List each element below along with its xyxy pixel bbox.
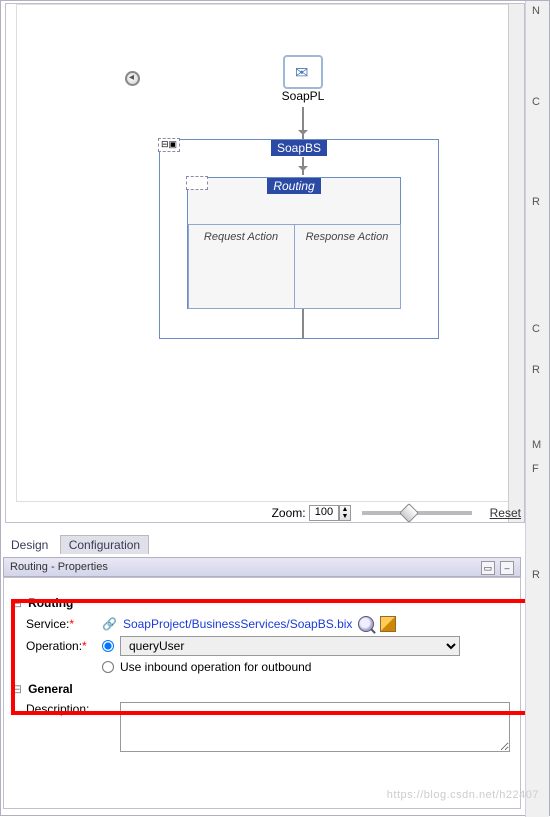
operation-select[interactable]: queryUser bbox=[120, 636, 460, 656]
description-label: Description: bbox=[26, 702, 96, 716]
collapse-toggle-icon[interactable]: ⊟▣ bbox=[158, 138, 180, 152]
zoom-spinner[interactable]: ▲▼ bbox=[339, 505, 351, 521]
soap-bs-label: SoapBS bbox=[271, 140, 327, 156]
request-action-column[interactable]: Request Action bbox=[188, 224, 295, 309]
properties-panel-body: Routing Service:* 🔗 SoapProject/Business… bbox=[3, 577, 521, 809]
search-icon[interactable] bbox=[358, 616, 374, 632]
service-value-link[interactable]: SoapProject/BusinessServices/SoapBS.bix bbox=[123, 617, 352, 631]
minimize-icon[interactable]: – bbox=[500, 561, 514, 575]
restore-icon[interactable]: ▭ bbox=[481, 561, 495, 575]
envelope-icon bbox=[283, 55, 323, 89]
slider-thumb-icon[interactable] bbox=[399, 503, 419, 523]
description-textarea[interactable] bbox=[120, 702, 510, 752]
tab-configuration[interactable]: Configuration bbox=[60, 535, 149, 554]
zoom-slider[interactable] bbox=[362, 511, 472, 515]
link-icon: 🔗 bbox=[102, 617, 117, 631]
vertical-scrollbar[interactable] bbox=[508, 4, 524, 522]
design-canvas[interactable]: SoapPL ⊟▣ SoapBS Routing Request Action … bbox=[5, 3, 525, 523]
properties-title: Routing - Properties bbox=[10, 561, 108, 573]
side-letter: M bbox=[532, 439, 541, 451]
routing-container[interactable]: Routing Request Action Response Action bbox=[187, 177, 401, 309]
inbound-option-label: Use inbound operation for outbound bbox=[120, 660, 311, 674]
operation-label: Operation:* bbox=[26, 639, 96, 653]
side-letter: C bbox=[532, 323, 540, 335]
arrow-down-icon bbox=[302, 157, 304, 175]
properties-panel-header: Routing - Properties ▭ – bbox=[3, 557, 521, 577]
routing-node-label: Routing bbox=[267, 178, 320, 194]
side-letter: F bbox=[532, 463, 539, 475]
zoom-reset-link[interactable]: Reset bbox=[490, 506, 521, 520]
operation-radio-specify[interactable] bbox=[102, 640, 114, 652]
response-action-column[interactable]: Response Action bbox=[294, 224, 401, 309]
zoom-bar: Zoom: 100▲▼ Reset bbox=[5, 505, 525, 523]
side-letter: N bbox=[532, 5, 540, 17]
service-label: Service:* bbox=[26, 617, 96, 631]
collapse-toggle-icon[interactable] bbox=[186, 176, 208, 190]
side-letter: R bbox=[532, 364, 540, 376]
side-letter: R bbox=[532, 569, 540, 581]
operation-radio-inbound[interactable] bbox=[102, 661, 114, 673]
soap-pl-label: SoapPL bbox=[273, 89, 333, 103]
arrow-down-icon bbox=[302, 309, 304, 339]
tab-design[interactable]: Design bbox=[3, 536, 56, 554]
pencil-icon[interactable] bbox=[380, 616, 396, 632]
start-node-icon[interactable] bbox=[125, 71, 140, 86]
side-letter: R bbox=[532, 196, 540, 208]
section-routing[interactable]: Routing bbox=[12, 596, 512, 610]
zoom-value-input[interactable]: 100 bbox=[309, 505, 339, 521]
side-letter: C bbox=[532, 96, 540, 108]
soap-pl-node[interactable]: SoapPL bbox=[273, 55, 333, 103]
section-general[interactable]: General bbox=[12, 682, 512, 696]
arrow-down-icon bbox=[302, 107, 304, 139]
zoom-label: Zoom: bbox=[272, 506, 306, 520]
right-strip: N C R C R MF R bbox=[525, 1, 549, 817]
